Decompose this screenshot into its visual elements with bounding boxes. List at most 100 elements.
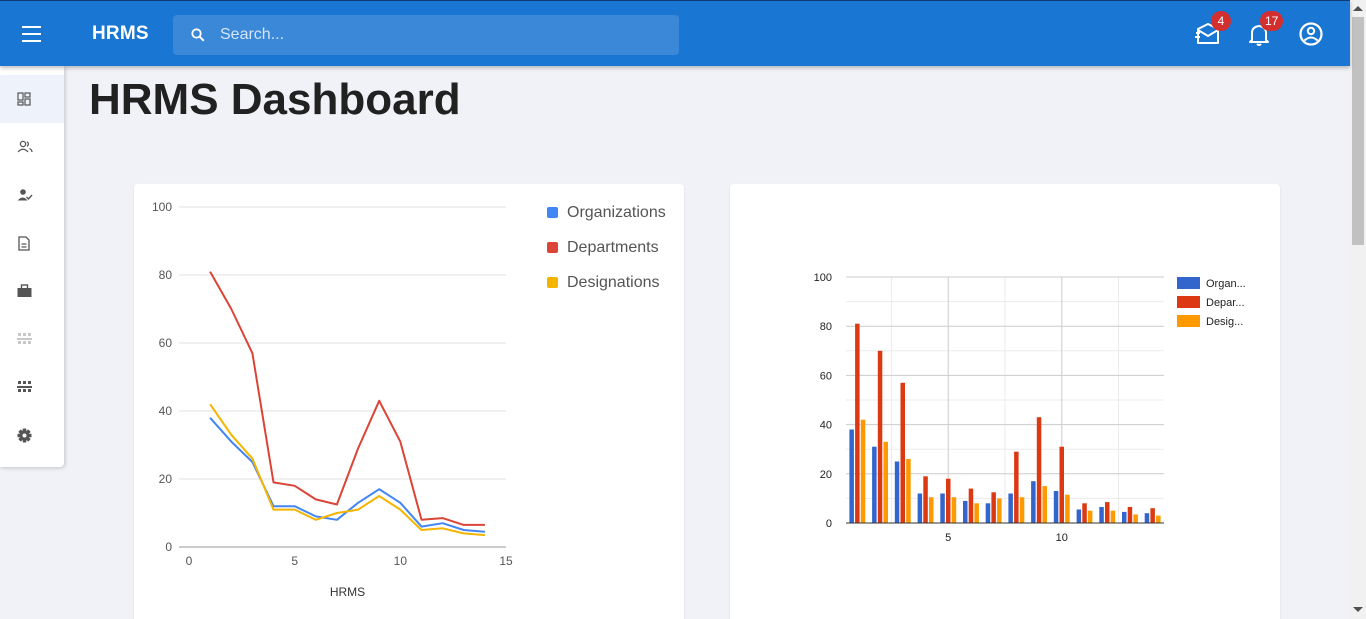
bar[interactable] xyxy=(991,492,996,524)
x-tick-label: 5 xyxy=(291,554,298,568)
notifications-button[interactable]: 17 xyxy=(1246,11,1284,47)
mail-badge: 4 xyxy=(1211,11,1231,31)
bar[interactable] xyxy=(1087,510,1093,523)
x-axis-label: HRMS xyxy=(330,585,365,599)
bar[interactable] xyxy=(1150,508,1155,523)
bar[interactable] xyxy=(1036,417,1042,523)
series-line[interactable] xyxy=(209,403,485,537)
series-line[interactable] xyxy=(209,271,485,526)
legend-swatch xyxy=(547,277,558,288)
bar-chart: 0 20 40 60 80 100 5 10 Organ... Depar... Desig... xyxy=(814,272,1246,544)
menu-icon[interactable] xyxy=(20,23,44,45)
bar[interactable] xyxy=(1065,494,1070,523)
org-chart-icon xyxy=(17,381,32,392)
bar[interactable] xyxy=(1144,513,1150,523)
bar[interactable] xyxy=(1042,486,1048,523)
search-box[interactable] xyxy=(173,15,679,55)
y-tick-label: 0 xyxy=(826,518,832,530)
legend-label[interactable]: Depar... xyxy=(1206,297,1245,309)
account-circle-icon xyxy=(1299,22,1323,46)
notifications-badge: 17 xyxy=(1260,11,1284,31)
legend-swatch xyxy=(547,242,558,253)
brand-title[interactable]: HRMS xyxy=(92,23,149,45)
sidebar-item-jobs[interactable] xyxy=(0,267,64,315)
y-tick-label: 0 xyxy=(165,540,172,554)
sidebar-item-documents[interactable] xyxy=(0,219,64,267)
scroll-up-arrow[interactable] xyxy=(1353,6,1363,11)
y-tick-label: 100 xyxy=(152,200,172,214)
scroll-down-arrow[interactable] xyxy=(1353,607,1363,612)
top-app-bar: HRMS 4 17 xyxy=(0,0,1350,66)
legend-label[interactable]: Organizations xyxy=(567,204,666,221)
bar[interactable] xyxy=(1127,507,1133,523)
messages-button[interactable]: 4 xyxy=(1195,11,1231,47)
search-icon xyxy=(191,28,205,42)
sidebar-item-dashboard[interactable] xyxy=(0,75,64,123)
bar[interactable] xyxy=(883,441,889,523)
bar[interactable] xyxy=(1122,511,1127,523)
legend-label[interactable]: Designations xyxy=(567,274,660,291)
bar[interactable] xyxy=(1059,446,1065,523)
bar[interactable] xyxy=(872,446,877,523)
person-check-icon xyxy=(17,189,33,201)
y-tick-label: 80 xyxy=(159,268,173,282)
legend-label[interactable]: Desig... xyxy=(1206,316,1243,328)
bar[interactable] xyxy=(929,497,934,523)
bar[interactable] xyxy=(951,497,957,523)
page-scrollbar[interactable] xyxy=(1350,0,1366,619)
page-title: HRMS Dashboard xyxy=(89,75,461,124)
y-tick-label: 40 xyxy=(820,420,832,432)
bar[interactable] xyxy=(963,500,968,523)
bar[interactable] xyxy=(855,323,860,523)
sidebar-item-settings[interactable] xyxy=(0,411,64,459)
bar[interactable] xyxy=(1019,497,1025,523)
bar[interactable] xyxy=(917,493,923,524)
bar[interactable] xyxy=(997,498,1002,523)
sidebar-item-people[interactable] xyxy=(0,123,64,171)
bar[interactable] xyxy=(974,503,979,523)
bar[interactable] xyxy=(985,503,991,523)
legend-label[interactable]: Organ... xyxy=(1206,278,1246,290)
line-chart: 0 20 40 60 80 100 0 5 10 15 HRMS Organizations Depar… xyxy=(152,200,666,599)
legend-label[interactable]: Departments xyxy=(567,239,659,256)
scrollbar-thumb[interactable] xyxy=(1352,17,1364,245)
bar[interactable] xyxy=(1014,451,1019,523)
search-input[interactable] xyxy=(220,15,660,55)
bar[interactable] xyxy=(968,488,974,523)
bar[interactable] xyxy=(1110,510,1116,523)
bar[interactable] xyxy=(900,382,906,523)
bar[interactable] xyxy=(946,478,951,523)
bar[interactable] xyxy=(1076,509,1082,524)
bar[interactable] xyxy=(1053,491,1059,523)
account-button[interactable] xyxy=(1298,21,1324,47)
sidebar-item-person-check[interactable] xyxy=(0,171,64,219)
bar[interactable] xyxy=(1156,515,1161,523)
y-tick-label: 100 xyxy=(814,272,832,284)
y-tick-label: 60 xyxy=(820,370,832,382)
document-icon xyxy=(18,236,30,251)
bar[interactable] xyxy=(894,461,900,524)
bar[interactable] xyxy=(860,419,866,523)
sidebar-item-org-structure[interactable] xyxy=(0,315,64,363)
x-tick-label: 0 xyxy=(186,554,193,568)
bar[interactable] xyxy=(877,350,883,523)
legend-swatch xyxy=(1177,296,1200,308)
y-tick-label: 40 xyxy=(159,404,173,418)
bar-chart-card: 0 20 40 60 80 100 5 10 Organ... Depar... Desig... xyxy=(730,184,1280,619)
line-chart-card: 0 20 40 60 80 100 0 5 10 15 HRMS Organizations Depar… xyxy=(134,184,684,619)
bar[interactable] xyxy=(923,476,928,523)
bar[interactable] xyxy=(1099,507,1104,523)
y-tick-label: 60 xyxy=(159,336,173,350)
bar[interactable] xyxy=(1082,503,1087,523)
bar[interactable] xyxy=(906,459,911,523)
bar[interactable] xyxy=(1008,493,1013,524)
legend-swatch xyxy=(547,207,558,218)
bar[interactable] xyxy=(1105,502,1110,523)
people-icon xyxy=(17,140,33,153)
bar[interactable] xyxy=(1031,481,1036,523)
y-tick-label: 20 xyxy=(820,469,832,481)
bar[interactable] xyxy=(849,429,854,524)
sidebar-item-organizations[interactable] xyxy=(0,363,64,411)
bar[interactable] xyxy=(940,493,945,524)
bar[interactable] xyxy=(1133,514,1138,523)
